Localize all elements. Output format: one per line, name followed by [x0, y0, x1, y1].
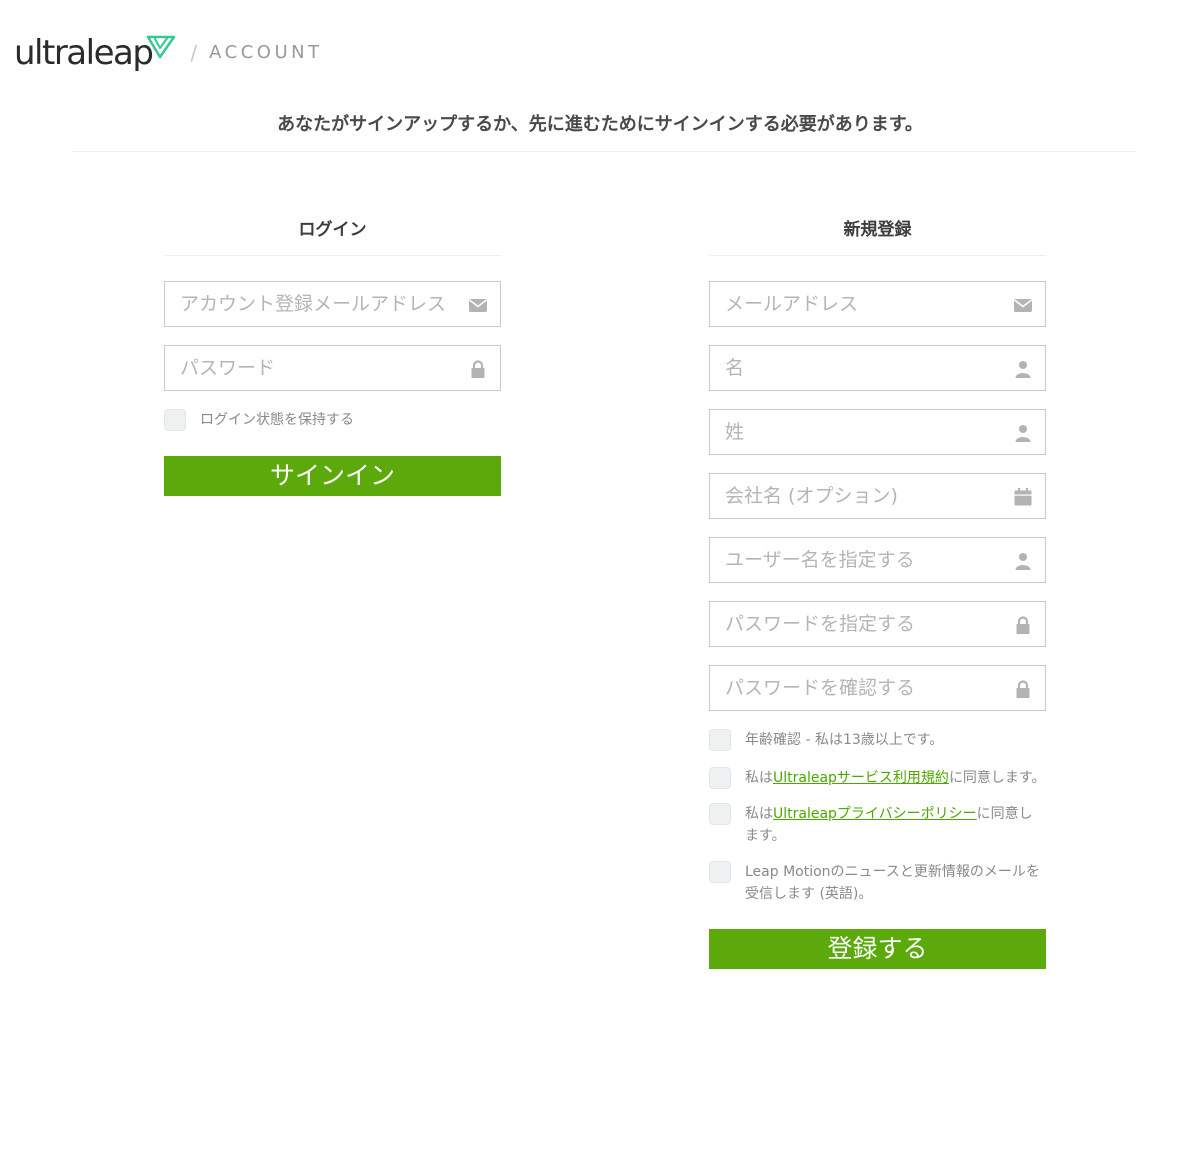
login-panel: ログイン ログイン状態を保持する サインイン: [164, 210, 501, 496]
envelope-icon: [1014, 299, 1032, 312]
login-title: ログイン: [298, 220, 367, 240]
privacy-checkbox[interactable]: [709, 803, 731, 825]
newsletter-checkbox[interactable]: [709, 861, 731, 883]
header-section-title: ACCOUNT: [209, 42, 323, 63]
register-username-input[interactable]: [710, 538, 1045, 582]
notice-divider: [72, 151, 1136, 152]
register-password-confirm-field: [709, 665, 1046, 711]
register-title: 新規登録: [843, 220, 912, 240]
remember-me-row: ログイン状態を保持する: [164, 409, 501, 431]
newsletter-label: Leap Motionのニュースと更新情報のメールを受信します (英語)。: [745, 864, 1040, 902]
envelope-icon: [469, 299, 487, 312]
terms-link[interactable]: Ultraleapサービス利用規約: [773, 770, 949, 786]
ultraleap-mark-icon: [147, 35, 176, 59]
terms-label: 私はUltraleapサービス利用規約に同意します。: [745, 767, 1046, 789]
login-email-field: [164, 281, 501, 327]
register-company-field: [709, 473, 1046, 519]
login-password-input[interactable]: [165, 346, 500, 390]
register-email-field: [709, 281, 1046, 327]
privacy-row: 私はUltraleapプライバシーポリシーに同意します。: [709, 803, 1046, 847]
lock-icon: [1016, 616, 1030, 634]
register-password-field: [709, 601, 1046, 647]
logo-text: ultraleap: [14, 33, 154, 73]
register-first-name-input[interactable]: [710, 346, 1045, 390]
register-title-divider: [709, 255, 1046, 256]
user-icon: [1015, 425, 1031, 442]
register-first-name-field: [709, 345, 1046, 391]
login-password-field: [164, 345, 501, 391]
age-check-row: 年齢確認 - 私は13歳以上です。: [709, 729, 1046, 751]
terms-prefix: 私は: [745, 770, 773, 786]
login-email-input[interactable]: [165, 282, 500, 326]
signin-required-notice: あなたがサインアップするか、先に進むためにサインインする必要があります。: [277, 114, 923, 135]
site-header: ultraleap / ACCOUNT: [14, 28, 323, 78]
age-check-label: 年齢確認 - 私は13歳以上です。: [745, 732, 944, 748]
register-last-name-field: [709, 409, 1046, 455]
user-icon: [1015, 361, 1031, 378]
privacy-label: 私はUltraleapプライバシーポリシーに同意します。: [745, 803, 1046, 847]
calendar-icon: [1014, 488, 1032, 506]
register-username-field: [709, 537, 1046, 583]
terms-row: 私はUltraleapサービス利用規約に同意します。: [709, 767, 1046, 789]
register-company-input[interactable]: [710, 474, 1045, 518]
signin-button[interactable]: サインイン: [164, 456, 501, 496]
lock-icon: [1016, 680, 1030, 698]
header-separator: /: [190, 41, 198, 65]
age-check-checkbox[interactable]: [709, 729, 731, 751]
register-password-confirm-input[interactable]: [710, 666, 1045, 710]
privacy-link[interactable]: Ultraleapプライバシーポリシー: [773, 806, 977, 822]
newsletter-row: Leap Motionのニュースと更新情報のメールを受信します (英語)。: [709, 861, 1046, 905]
login-title-divider: [164, 255, 501, 256]
lock-icon: [471, 360, 485, 378]
terms-suffix: に同意します。: [948, 770, 1046, 786]
terms-checkbox[interactable]: [709, 767, 731, 789]
register-email-input[interactable]: [710, 282, 1045, 326]
register-consent-list: 年齢確認 - 私は13歳以上です。 私はUltraleapサービス利用規約に同意…: [709, 729, 1046, 905]
register-button[interactable]: 登録する: [709, 929, 1046, 969]
register-last-name-input[interactable]: [710, 410, 1045, 454]
ultraleap-logo[interactable]: ultraleap: [14, 33, 176, 73]
remember-me-checkbox[interactable]: [164, 409, 186, 431]
privacy-prefix: 私は: [745, 806, 773, 822]
user-icon: [1015, 553, 1031, 570]
remember-me-label: ログイン状態を保持する: [200, 412, 354, 428]
register-password-input[interactable]: [710, 602, 1045, 646]
register-panel: 新規登録 メールアドレス 名 姓 会社名 (オプション) ユーザー名を指定する …: [709, 210, 1046, 969]
